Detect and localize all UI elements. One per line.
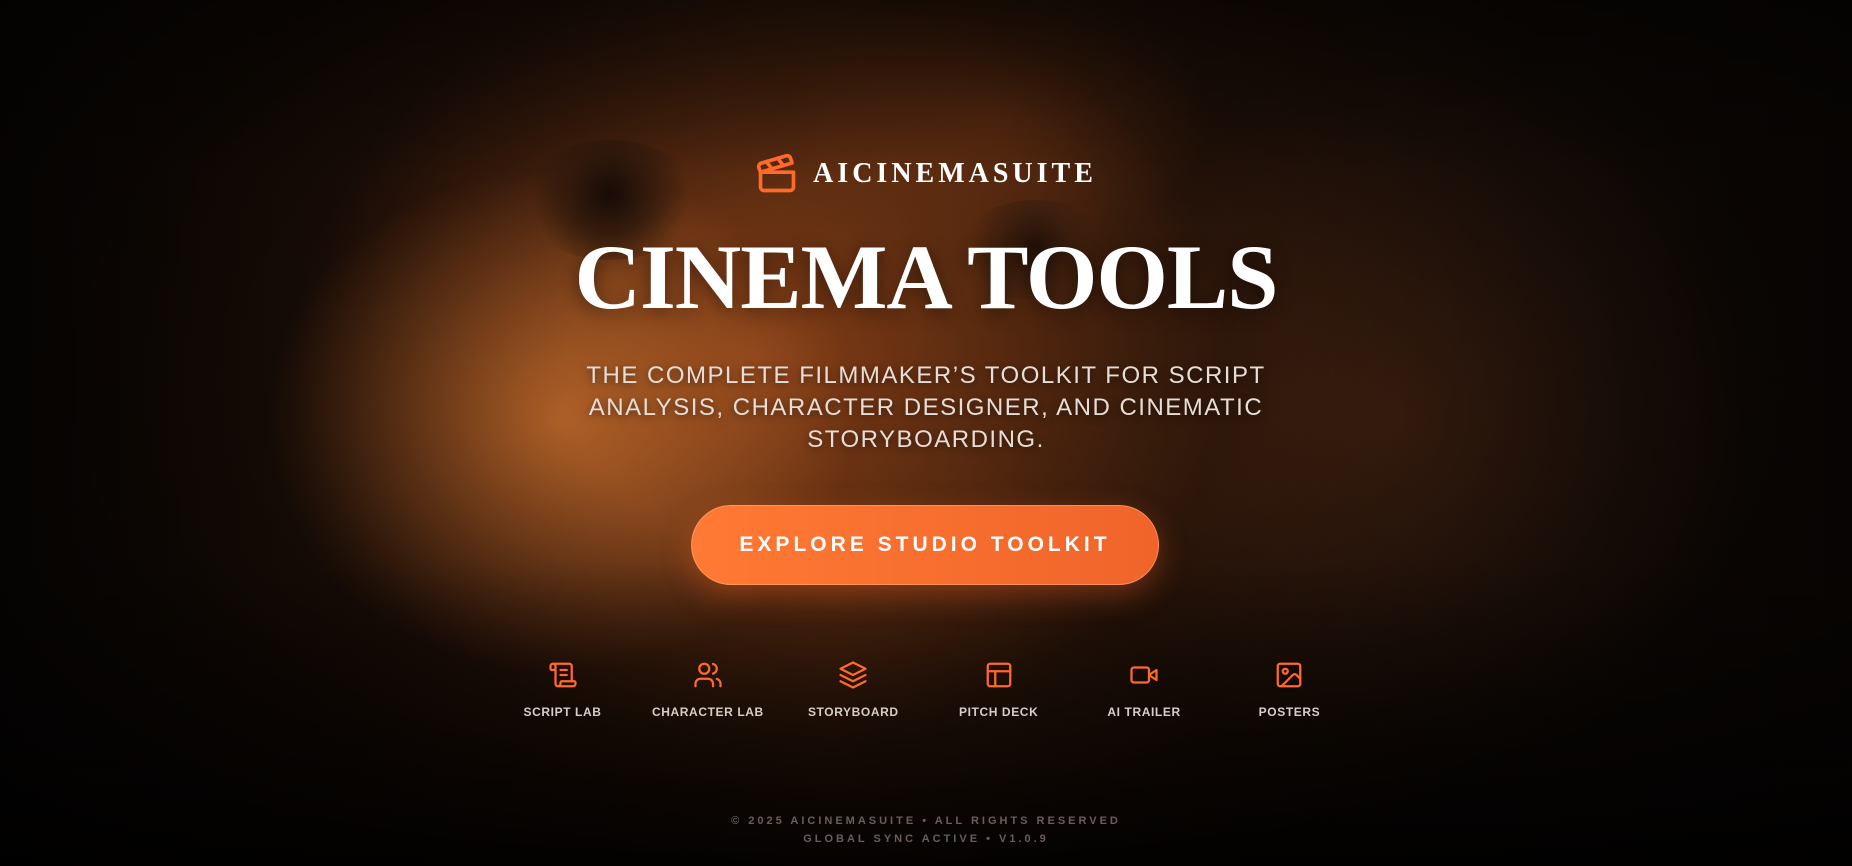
users-icon [693,660,723,695]
tool-posters[interactable]: POSTERS [1217,660,1362,719]
tool-label: POSTERS [1258,705,1321,719]
footer-copyright: © 2025 AICINEMASUITE • ALL RIGHTS RESERV… [731,815,1121,827]
tool-label: CHARACTER LAB [651,705,764,719]
tool-list: SCRIPT LAB CHARACTER LAB STORYBOARD PITC… [490,660,1362,719]
tool-script-lab[interactable]: SCRIPT LAB [490,660,635,719]
tool-label: AI TRAILER [1107,705,1181,719]
hero-section: AICINEMASUITE CINEMA TOOLS THE COMPLETE … [0,0,1852,866]
layers-icon [838,660,868,695]
tool-label: STORYBOARD [807,705,899,719]
scroll-icon [548,660,578,695]
tool-pitch-deck[interactable]: PITCH DECK [926,660,1071,719]
tool-label: SCRIPT LAB [523,705,602,719]
clapperboard-icon [755,152,799,196]
footer: © 2025 AICINEMASUITE • ALL RIGHTS RESERV… [0,812,1852,848]
tool-character-lab[interactable]: CHARACTER LAB [635,660,780,719]
tool-label: PITCH DECK [959,705,1039,719]
tool-ai-trailer[interactable]: AI TRAILER [1072,660,1217,719]
footer-status: GLOBAL SYNC ACTIVE • V1.0.9 [803,833,1049,845]
hero-subtitle: THE COMPLETE FILMMAKER’S TOOLKIT FOR SCR… [586,362,1266,453]
page-title: CINEMA TOOLS [574,226,1279,328]
explore-studio-toolkit-button[interactable]: EXPLORE STUDIO TOOLKIT [691,505,1159,585]
tool-storyboard[interactable]: STORYBOARD [781,660,926,719]
video-camera-icon [1129,660,1159,695]
brand-logo: AICINEMASUITE [0,152,1852,196]
brand-name: AICINEMASUITE [813,158,1097,189]
layout-icon [984,660,1014,695]
image-icon [1274,660,1304,695]
